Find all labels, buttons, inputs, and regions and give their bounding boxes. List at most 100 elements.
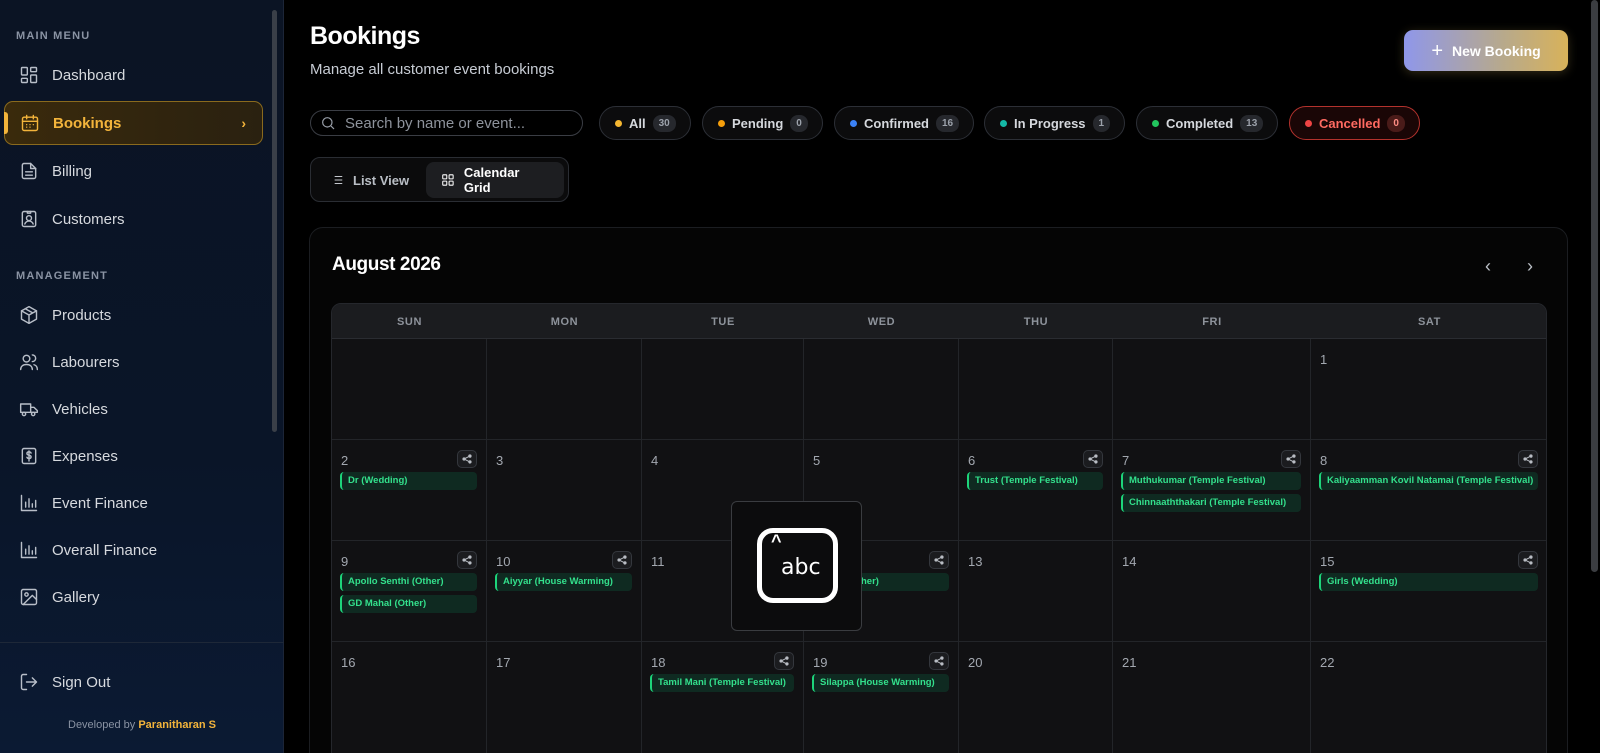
calendar-day-cell[interactable]: 21 <box>1113 642 1311 753</box>
search-box <box>310 110 583 136</box>
share-icon[interactable] <box>929 652 949 670</box>
share-icon[interactable] <box>612 551 632 569</box>
sidebar-item-labourers[interactable]: Labourers <box>4 340 263 384</box>
sidebar-item-bookings[interactable]: Bookings › <box>4 101 263 145</box>
new-booking-button[interactable]: + New Booking <box>1404 30 1568 71</box>
calendar-day-cell <box>1113 339 1311 440</box>
status-dot <box>1305 119 1312 127</box>
sign-out-button[interactable]: Sign Out <box>4 660 263 704</box>
share-icon[interactable] <box>1083 450 1103 468</box>
sidebar-item-products[interactable]: Products <box>4 293 263 337</box>
sidebar-item-label: Overall Finance <box>52 541 158 559</box>
share-icon[interactable] <box>1518 551 1538 569</box>
search-input[interactable] <box>345 114 575 132</box>
sidebar-scrollbar[interactable] <box>272 10 277 432</box>
sidebar-item-customers[interactable]: Customers <box>4 197 263 241</box>
search-icon <box>322 117 335 130</box>
day-number: 6 <box>968 453 976 468</box>
booking-event[interactable]: Silappa (House Warming) <box>812 674 949 692</box>
calendar-day-cell[interactable]: 13 <box>959 541 1113 642</box>
day-number: 16 <box>341 655 356 670</box>
calendar-icon <box>20 113 40 133</box>
day-number: 11 <box>651 554 665 569</box>
booking-event[interactable]: Kaliyaamman Kovil Natamai (Temple Festiv… <box>1319 472 1538 490</box>
calendar-day-cell <box>642 339 804 440</box>
day-number: 10 <box>496 554 511 569</box>
share-icon[interactable] <box>457 450 477 468</box>
status-dot <box>615 119 622 127</box>
booking-event[interactable]: GD Mahal (Other) <box>340 595 477 613</box>
developer-name: Paranitharan S <box>138 719 216 731</box>
share-icon[interactable] <box>457 551 477 569</box>
sidebar-item-label: Gallery <box>52 588 100 606</box>
document-icon <box>19 161 39 181</box>
sidebar-item-label: Labourers <box>52 353 120 371</box>
calendar-day-cell[interactable]: 15 Girls (Wedding) <box>1311 541 1546 642</box>
booking-event[interactable]: Muthukumar (Temple Festival) <box>1121 472 1301 490</box>
calendar-day-cell <box>959 339 1113 440</box>
calendar-day-cell[interactable]: 9 Apollo Senthi (Other) GD Mahal (Other) <box>332 541 487 642</box>
calendar-day-cell[interactable]: 3 <box>487 440 642 541</box>
next-month-button[interactable]: › <box>1519 255 1541 277</box>
calendar-day-cell[interactable]: 2 Dr (Wedding) <box>332 440 487 541</box>
share-icon[interactable] <box>774 652 794 670</box>
sidebar-item-label: Bookings <box>53 114 122 132</box>
share-icon[interactable] <box>929 551 949 569</box>
filter-pending[interactable]: Pending 0 <box>702 106 823 140</box>
input-method-overlay: ^ abc <box>731 501 862 631</box>
calendar-day-cell[interactable]: 17 <box>487 642 642 753</box>
sidebar-item-dashboard[interactable]: Dashboard <box>4 53 263 97</box>
calendar-day-cell[interactable]: 19 Silappa (House Warming) <box>804 642 959 753</box>
filter-cancelled[interactable]: Cancelled 0 <box>1289 106 1420 140</box>
day-number: 7 <box>1122 453 1130 468</box>
filter-confirmed[interactable]: Confirmed 16 <box>834 106 975 140</box>
booking-event[interactable]: Apollo Senthi (Other) <box>340 573 477 591</box>
list-view-button[interactable]: List View <box>315 162 424 198</box>
calendar-grid-button[interactable]: Calendar Grid <box>426 162 564 198</box>
day-number: 17 <box>496 655 511 670</box>
share-icon[interactable] <box>1518 450 1538 468</box>
booking-event[interactable]: Girls (Wedding) <box>1319 573 1538 591</box>
sidebar-item-label: Event Finance <box>52 494 148 512</box>
prev-month-button[interactable]: ‹ <box>1477 255 1499 277</box>
calendar-day-cell[interactable]: 14 <box>1113 541 1311 642</box>
sign-out-label: Sign Out <box>52 673 111 691</box>
sidebar-item-vehicles[interactable]: Vehicles <box>4 387 263 431</box>
calendar-day-cell[interactable]: 22 <box>1311 642 1546 753</box>
truck-icon <box>19 399 39 419</box>
sidebar-item-label: Billing <box>52 162 93 180</box>
sidebar-item-event-finance[interactable]: Event Finance <box>4 481 263 525</box>
calendar-day-cell[interactable]: 1 <box>1311 339 1546 440</box>
calendar-day-cell[interactable]: 20 <box>959 642 1113 753</box>
image-icon <box>19 587 39 607</box>
sidebar-item-gallery[interactable]: Gallery <box>4 575 263 619</box>
share-icon[interactable] <box>1281 450 1301 468</box>
sidebar-item-overall-finance[interactable]: Overall Finance <box>4 528 263 572</box>
sidebar-item-expenses[interactable]: Expenses <box>4 434 263 478</box>
booking-event[interactable]: Aiyyar (House Warming) <box>495 573 632 591</box>
booking-event[interactable]: Dr (Wedding) <box>340 472 477 490</box>
day-number: 18 <box>651 655 666 670</box>
filter-in-progress[interactable]: In Progress 1 <box>984 106 1126 140</box>
day-number: 22 <box>1320 655 1335 670</box>
weekday-label: FRI <box>1202 315 1222 328</box>
day-number: 14 <box>1122 554 1137 569</box>
sidebar-item-label: Products <box>52 306 112 324</box>
booking-event[interactable]: Trust (Temple Festival) <box>967 472 1103 490</box>
calendar-day-cell[interactable]: 6 Trust (Temple Festival) <box>959 440 1113 541</box>
calendar-day-cell[interactable]: 7 Muthukumar (Temple Festival) Chinnaathth… <box>1113 440 1311 541</box>
filter-all[interactable]: All 30 <box>599 106 691 140</box>
main-menu-heading: MAIN MENU <box>16 30 91 42</box>
filter-completed[interactable]: Completed 13 <box>1136 106 1279 140</box>
calendar-day-cell[interactable]: 8 Kaliyaamman Kovil Natamai (Temple Festi… <box>1311 440 1546 541</box>
calendar-day-cell[interactable]: 18 Tamil Mani (Temple Festival) <box>642 642 804 753</box>
calendar-day-cell[interactable]: 10 Aiyyar (House Warming) <box>487 541 642 642</box>
page-scrollbar[interactable] <box>1591 0 1598 572</box>
booking-event[interactable]: Tamil Mani (Temple Festival) <box>650 674 794 692</box>
status-dot <box>1000 119 1007 127</box>
calendar-day-cell[interactable]: 16 <box>332 642 487 753</box>
booking-event[interactable]: Chinnaaththakari (Temple Festival) <box>1121 494 1301 512</box>
sidebar-item-billing[interactable]: Billing <box>4 149 263 193</box>
keyboard-abc-icon: ^ abc <box>757 528 838 603</box>
sidebar: MAIN MENU Dashboard Bookings › Billing C… <box>0 0 284 753</box>
